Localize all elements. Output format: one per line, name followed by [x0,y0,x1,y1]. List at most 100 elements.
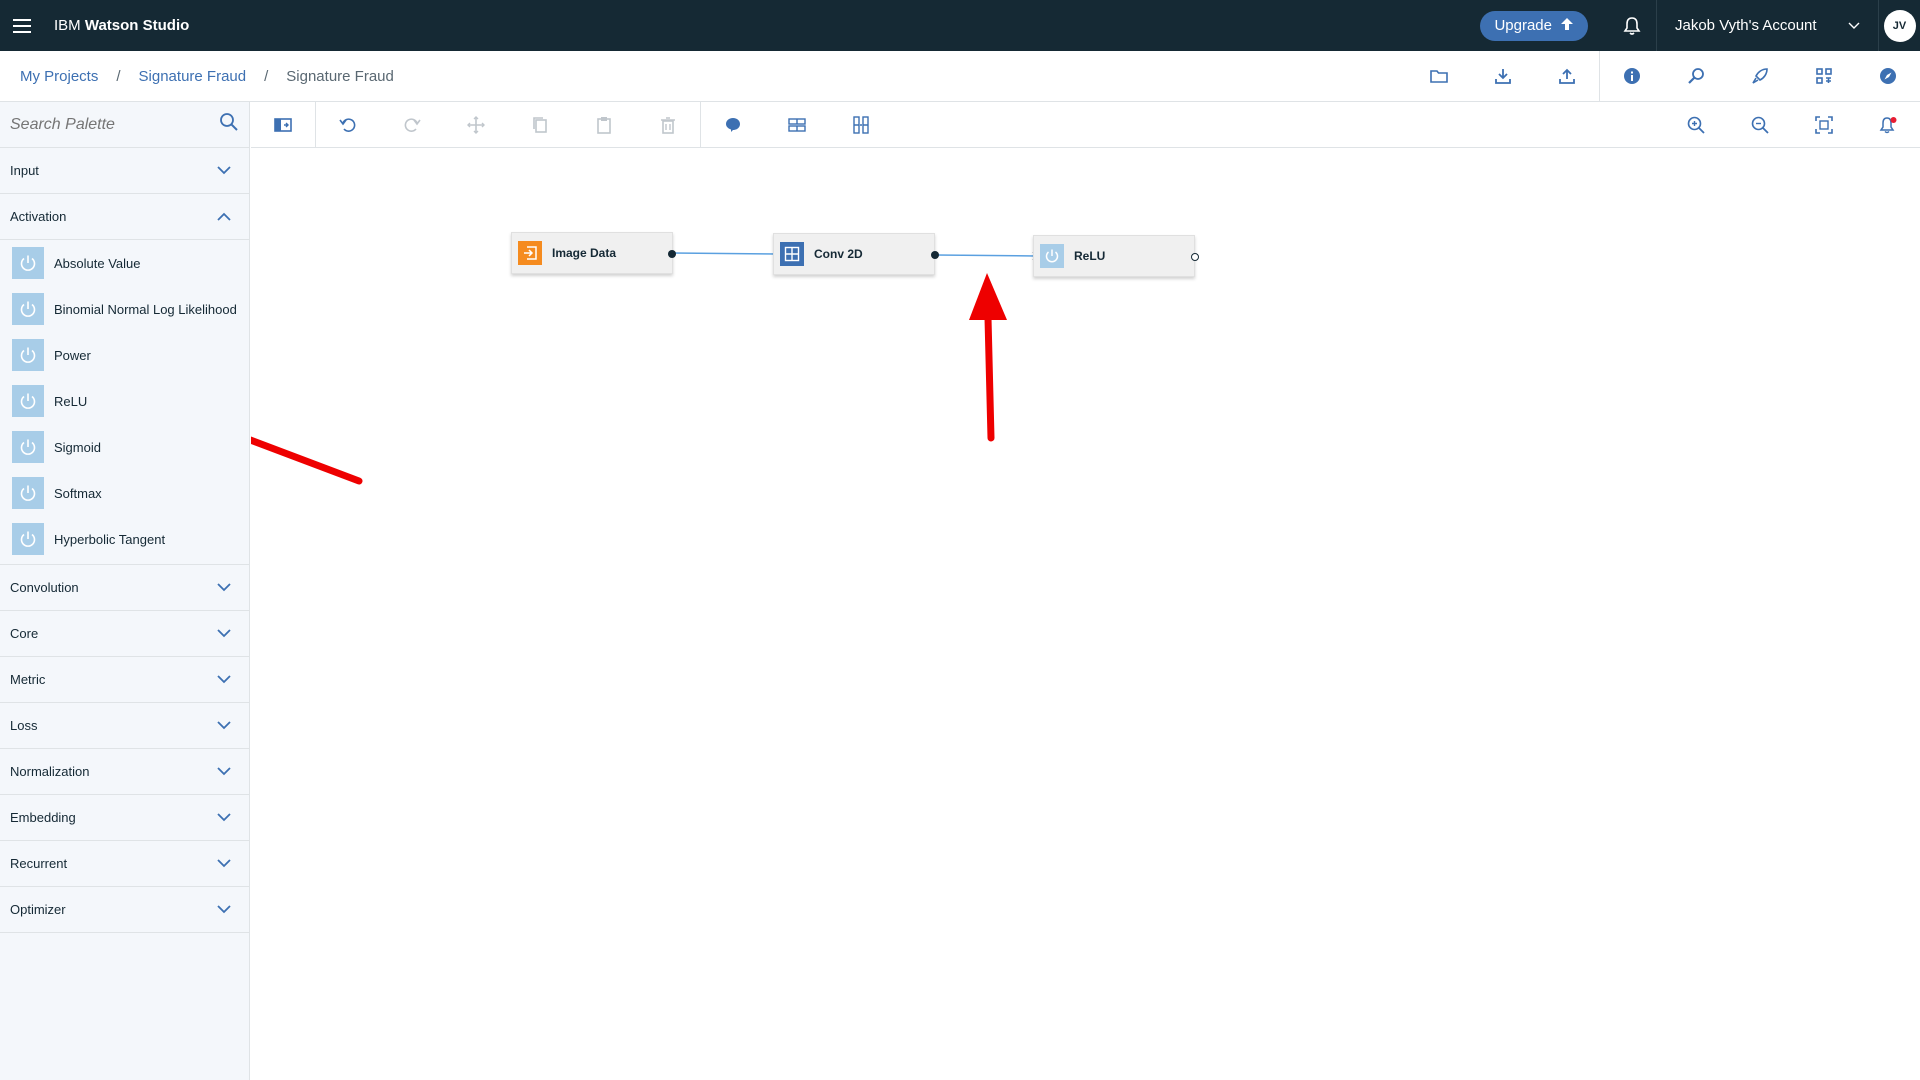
brand-logo[interactable]: IBM Watson Studio [54,17,189,34]
link-image-data-to-conv2d[interactable] [671,252,779,255]
annotation-arrow-up [969,273,1007,442]
node-conv-2d[interactable]: Conv 2D [773,233,939,275]
chevron-up-icon [217,209,231,224]
power-icon [12,247,44,279]
palette-item-power[interactable]: Power [0,332,249,378]
palette-item-label: Power [54,347,91,363]
palette-item-hyperbolic-tangent[interactable]: Hyperbolic Tangent [0,516,249,562]
chevron-down-icon [217,810,231,825]
palette-item-binomial-normal-log-likelihood[interactable]: Binomial Normal Log Likelihood [0,286,249,332]
breadcrumb: My Projects / Signature Fraud / Signatur… [20,68,394,85]
node-palette: Input Activation Absolute Value Binomial… [0,102,250,1080]
node-label: ReLU [1074,249,1106,263]
category-activation[interactable]: Activation [0,194,249,240]
output-port[interactable] [1191,253,1199,261]
category-metric[interactable]: Metric [0,657,249,703]
category-recurrent[interactable]: Recurrent [0,841,249,887]
breadcrumb-current: Signature Fraud [286,67,394,85]
output-port[interactable] [668,250,676,258]
toggle-palette-icon[interactable] [251,102,315,148]
annotation-arrow-left [251,436,363,485]
upgrade-arrow-icon [1560,17,1574,35]
category-loss[interactable]: Loss [0,703,249,749]
category-label: Normalization [10,764,90,779]
category-core[interactable]: Core [0,611,249,657]
undo-icon[interactable] [316,102,380,148]
palette-item-sigmoid[interactable]: Sigmoid [0,424,249,470]
node-image-data[interactable]: Image Data [511,232,676,274]
wrench-settings-icon[interactable] [1664,51,1728,102]
chevron-down-icon [217,718,231,733]
hamburger-menu-icon[interactable] [0,0,44,51]
upload-icon[interactable] [1535,51,1599,102]
power-icon [1040,244,1064,268]
output-port[interactable] [931,251,939,259]
move-icon[interactable] [444,102,508,148]
rocket-deploy-icon[interactable] [1728,51,1792,102]
comment-icon[interactable] [701,102,765,148]
palette-item-softmax[interactable]: Softmax [0,470,249,516]
node-relu[interactable]: ReLU [1033,235,1199,277]
upgrade-label: Upgrade [1494,17,1552,34]
redo-icon[interactable] [380,102,444,148]
zoom-out-icon[interactable] [1728,102,1792,148]
activation-node-list: Absolute Value Binomial Normal Log Likel… [0,240,249,565]
copy-icon[interactable] [508,102,572,148]
palette-item-label: ReLU [54,393,88,409]
zoom-in-icon[interactable] [1664,102,1728,148]
info-icon[interactable] [1600,51,1664,102]
chevron-down-icon [217,626,231,641]
chevron-down-icon [217,764,231,779]
breadcrumb-separator: / [264,67,269,85]
palette-item-label: Hyperbolic Tangent [54,531,166,547]
palette-item-label: Binomial Normal Log Likelihood [54,301,237,317]
chevron-down-icon [217,580,231,595]
chevron-down-icon [217,902,231,917]
category-normalization[interactable]: Normalization [0,749,249,795]
grid-layout-icon[interactable] [1792,51,1856,102]
delete-icon[interactable] [636,102,700,148]
account-switcher[interactable]: Jakob Vyth's Account [1656,0,1878,51]
upgrade-button[interactable]: Upgrade [1480,10,1588,41]
power-icon [12,431,44,463]
download-icon[interactable] [1471,51,1535,102]
link-conv2d-to-relu[interactable] [935,254,1037,257]
folder-icon[interactable] [1407,51,1471,102]
avatar[interactable]: JV [1883,9,1916,42]
chevron-down-icon [1848,17,1860,34]
chevron-down-icon [217,672,231,687]
paste-icon[interactable] [572,102,636,148]
category-input[interactable]: Input [0,148,249,194]
power-icon [12,385,44,417]
node-label: Conv 2D [814,247,863,261]
compass-icon[interactable] [1856,51,1920,102]
power-icon [12,477,44,509]
breadcrumb-bar: My Projects / Signature Fraud / Signatur… [0,50,1920,102]
palette-item-absolute-value[interactable]: Absolute Value [0,240,249,286]
flow-canvas[interactable]: Image Data Conv 2D ReLU [251,148,1920,1080]
breadcrumb-project[interactable]: Signature Fraud [139,68,247,85]
chevron-down-icon [217,856,231,871]
category-label: Metric [10,672,46,687]
arrange-horizontal-icon[interactable] [765,102,829,148]
notifications-bell-icon[interactable] [1608,0,1656,51]
arrange-vertical-icon[interactable] [829,102,893,148]
palette-item-relu[interactable]: ReLU [0,378,249,424]
fit-to-screen-icon[interactable] [1792,102,1856,148]
canvas-toolbar [251,101,1920,148]
breadcrumb-my-projects[interactable]: My Projects [20,68,98,85]
category-optimizer[interactable]: Optimizer [0,887,249,933]
category-label: Activation [10,209,67,224]
category-label: Convolution [10,580,79,595]
category-convolution[interactable]: Convolution [0,565,249,611]
power-icon [12,293,44,325]
category-label: Embedding [10,810,76,825]
search-icon[interactable] [219,112,239,137]
category-embedding[interactable]: Embedding [0,795,249,841]
category-label: Input [10,163,39,178]
palette-search-input[interactable] [10,115,200,134]
canvas-notifications-icon[interactable] [1856,102,1920,148]
palette-item-label: Sigmoid [54,439,101,455]
category-label: Recurrent [10,856,68,871]
palette-item-label: Absolute Value [54,255,141,271]
